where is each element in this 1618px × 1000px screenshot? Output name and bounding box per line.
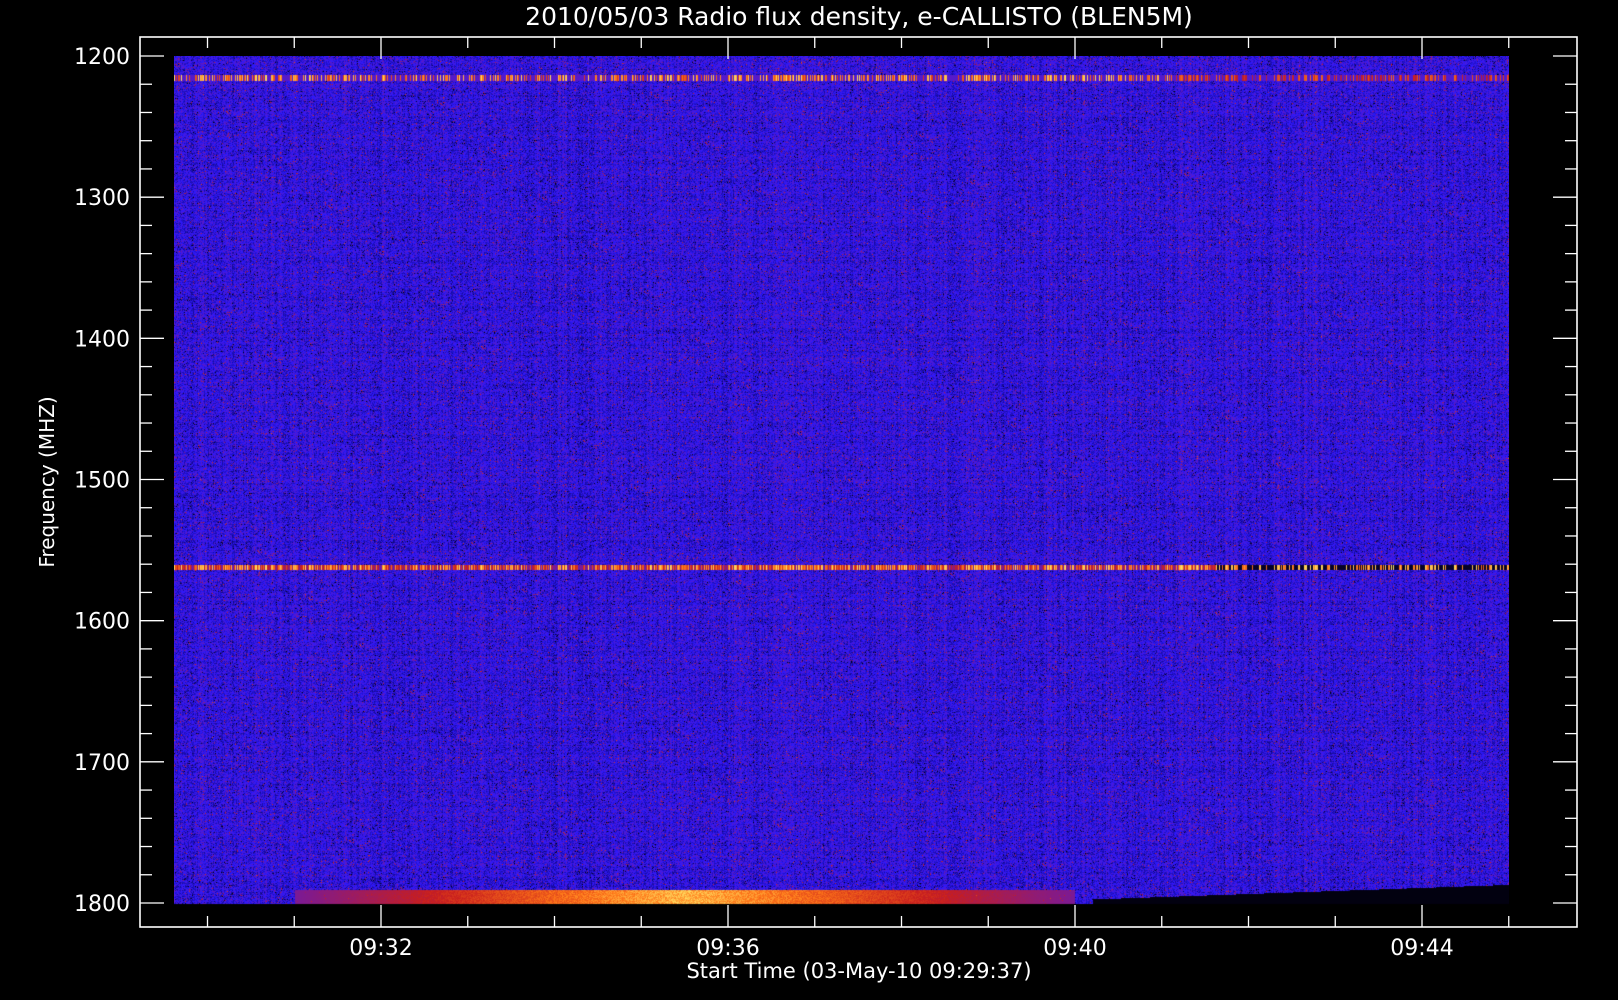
x-tick-label: 09:36	[696, 936, 759, 961]
y-tick-label: 1200	[74, 45, 130, 70]
x-tick-label: 09:44	[1390, 936, 1453, 961]
x-axis-label: Start Time (03-May-10 09:29:37)	[686, 959, 1031, 983]
y-tick-label: 1400	[74, 327, 130, 352]
y-tick-label: 1300	[74, 186, 130, 211]
x-tick-label: 09:40	[1043, 936, 1106, 961]
x-tick-label: 09:32	[349, 936, 412, 961]
y-tick-label: 1500	[74, 469, 130, 494]
spectrogram-figure: 2010/05/03 Radio flux density, e-CALLIST…	[0, 0, 1618, 1000]
y-tick-label: 1800	[74, 892, 130, 917]
y-tick-label: 1700	[74, 751, 130, 776]
spectrogram-image	[174, 56, 1509, 906]
y-axis-label: Frequency (MHZ)	[35, 396, 59, 567]
y-tick-label: 1600	[74, 610, 130, 635]
chart-title: 2010/05/03 Radio flux density, e-CALLIST…	[525, 2, 1193, 31]
spectrogram-heatmap	[174, 56, 1509, 906]
